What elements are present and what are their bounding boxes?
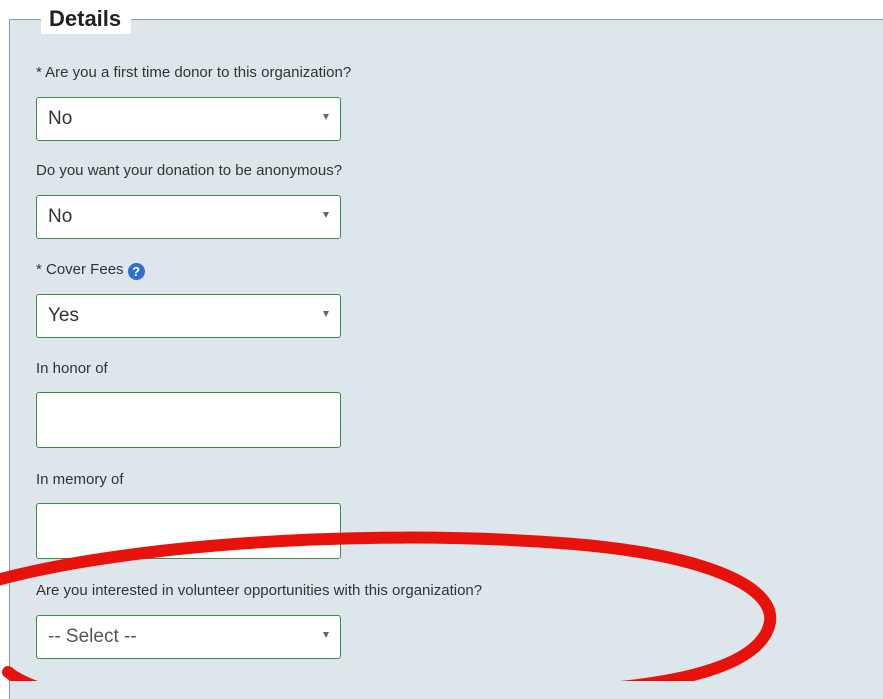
first-time-donor-label: * Are you a first time donor to this org…: [36, 64, 352, 81]
first-time-donor-select[interactable]: No: [36, 97, 341, 141]
cover-fees-label: * Cover Fees: [36, 261, 124, 278]
cover-fees-select[interactable]: Yes: [36, 294, 341, 338]
volunteer-label: Are you interested in volunteer opportun…: [36, 582, 483, 599]
form-screenshot: Details * Are you a first time donor to …: [0, 0, 883, 699]
chevron-down-icon: [323, 114, 329, 120]
chevron-down-icon: [323, 632, 329, 638]
cover-fees-value: Yes: [48, 305, 79, 326]
first-time-donor-value: No: [48, 108, 73, 129]
details-legend: Details: [41, 4, 132, 34]
in-memory-of-label: In memory of: [36, 471, 124, 488]
anonymous-select[interactable]: No: [36, 195, 341, 239]
in-memory-of-input[interactable]: [36, 503, 341, 559]
chevron-down-icon: [323, 212, 329, 218]
volunteer-value: -- Select --: [48, 626, 137, 647]
in-honor-of-input[interactable]: [36, 392, 341, 448]
volunteer-select[interactable]: -- Select --: [36, 615, 341, 659]
chevron-down-icon: [323, 311, 329, 317]
in-honor-of-label: In honor of: [36, 360, 108, 377]
cover-fees-label-row: * Cover Fees?: [36, 260, 145, 280]
anonymous-value: No: [48, 206, 73, 227]
question-circle-icon[interactable]: ?: [127, 263, 145, 280]
anonymous-label: Do you want your donation to be anonymou…: [36, 162, 343, 179]
